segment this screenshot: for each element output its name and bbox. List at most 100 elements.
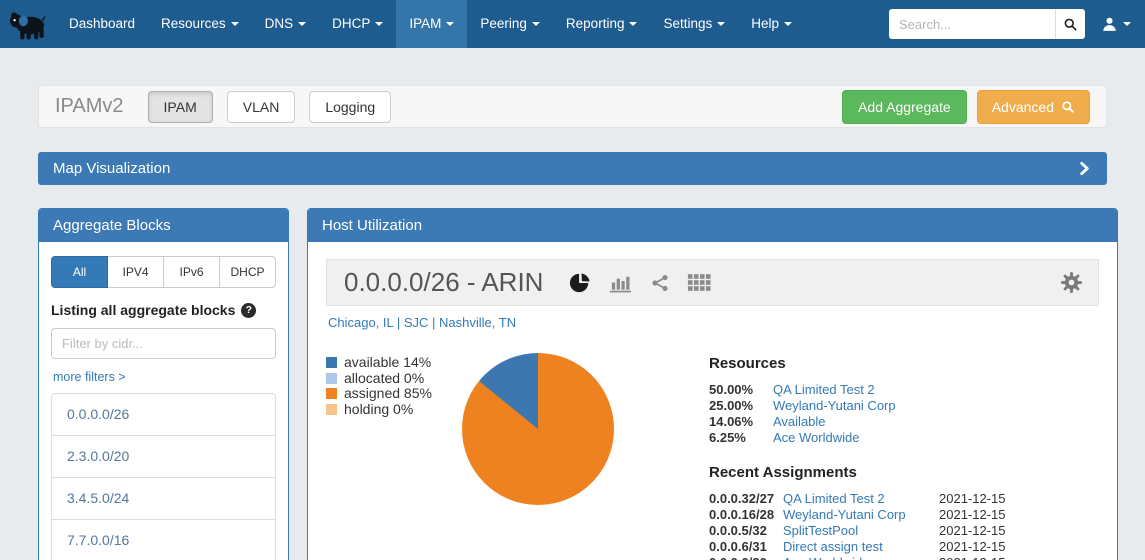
caret-down-icon	[532, 22, 540, 26]
map-visualization-title: Map Visualization	[53, 160, 170, 177]
assignment-row: 0.0.0.0/30Ace Worldwide2021-12-15	[709, 555, 1099, 560]
nav-resources[interactable]: Resources	[148, 0, 252, 48]
legend-item: available 14%	[326, 355, 462, 371]
list-item[interactable]: 7.7.0.0/16	[52, 520, 275, 560]
nav-dashboard[interactable]: Dashboard	[56, 0, 148, 48]
legend-swatch	[326, 388, 337, 399]
tab-logging[interactable]: Logging	[309, 91, 391, 123]
nav-dhcp[interactable]: DHCP	[319, 0, 396, 48]
filter-ipv6[interactable]: IPv6	[163, 256, 220, 288]
legend-item: allocated 0%	[326, 371, 462, 387]
assignment-row: 0.0.0.5/32SplitTestPool2021-12-15	[709, 523, 1099, 539]
legend-swatch	[326, 404, 337, 415]
add-aggregate-button[interactable]: Add Aggregate	[842, 90, 967, 124]
caret-down-icon	[629, 22, 637, 26]
recent-assignments-heading: Recent Assignments	[709, 464, 1099, 481]
chevron-right-icon	[1077, 161, 1092, 176]
nav-help[interactable]: Help	[738, 0, 805, 48]
resource-link[interactable]: Weyland-Yutani Corp	[773, 398, 1099, 414]
caret-down-icon	[1123, 22, 1131, 26]
search-icon	[1061, 100, 1075, 114]
tab-vlan[interactable]: VLAN	[227, 91, 296, 123]
navbar-right	[889, 9, 1145, 39]
assignment-row: 0.0.0.6/31Direct assign test2021-12-15	[709, 539, 1099, 555]
block-title-bar: 0.0.0.0/26 - ARIN	[326, 259, 1099, 306]
user-icon	[1101, 16, 1118, 33]
nav-ipam[interactable]: IPAM	[396, 0, 467, 48]
list-item[interactable]: 0.0.0.0/26	[52, 394, 275, 436]
block-type-filter-group: All IPV4 IPv6 DHCP	[51, 256, 276, 288]
advanced-search-button[interactable]: Advanced	[977, 90, 1090, 124]
host-utilization-panel: Host Utilization 0.0.0.0/26 - ARIN	[307, 208, 1118, 560]
resource-row: 14.06%Available	[709, 414, 1099, 430]
aggregate-blocks-header: Aggregate Blocks	[39, 209, 288, 242]
caret-down-icon	[231, 22, 239, 26]
utilization-stats: Resources 50.00%QA Limited Test 2 25.00%…	[709, 353, 1099, 560]
resource-link[interactable]: QA Limited Test 2	[773, 382, 1099, 398]
panels-row: Aggregate Blocks All IPV4 IPv6 DHCP List…	[38, 208, 1107, 560]
main-menu: Dashboard Resources DNS DHCP IPAM Peerin…	[56, 0, 805, 48]
nav-dns[interactable]: DNS	[252, 0, 320, 48]
nav-settings[interactable]: Settings	[650, 0, 738, 48]
caret-down-icon	[717, 22, 725, 26]
legend-swatch	[326, 373, 337, 384]
resource-link[interactable]: Available	[773, 414, 1099, 430]
gear-icon[interactable]	[1060, 271, 1083, 294]
listing-label: Listing all aggregate blocks ?	[51, 302, 276, 318]
search-button[interactable]	[1055, 9, 1085, 39]
aggregate-block-list: 0.0.0.0/26 2.3.0.0/20 3.4.5.0/24 7.7.0.0…	[51, 393, 276, 560]
page-title: IPAMv2	[55, 95, 124, 118]
grid-view-icon[interactable]	[687, 273, 711, 292]
caret-down-icon	[375, 22, 383, 26]
assignment-link[interactable]: QA Limited Test 2	[783, 491, 929, 507]
resource-row: 6.25%Ace Worldwide	[709, 430, 1099, 446]
panda-logo-icon	[5, 5, 51, 43]
nav-reporting[interactable]: Reporting	[553, 0, 651, 48]
resources-heading: Resources	[709, 355, 1099, 372]
filter-all[interactable]: All	[51, 256, 108, 288]
page-toolbar: IPAMv2 IPAM VLAN Logging Add Aggregate A…	[38, 85, 1107, 128]
host-utilization-header: Host Utilization	[308, 209, 1117, 242]
more-filters-link[interactable]: more filters >	[53, 370, 126, 384]
share-icon[interactable]	[650, 273, 670, 293]
top-navbar: Dashboard Resources DNS DHCP IPAM Peerin…	[0, 0, 1145, 48]
list-item[interactable]: 3.4.5.0/24	[52, 478, 275, 520]
assignment-link[interactable]: Direct assign test	[783, 539, 929, 555]
assignment-link[interactable]: Ace Worldwide	[783, 555, 929, 560]
resource-row: 25.00%Weyland-Yutani Corp	[709, 398, 1099, 414]
search-input[interactable]	[889, 9, 1055, 39]
map-visualization-bar[interactable]: Map Visualization	[38, 152, 1107, 185]
filter-dhcp[interactable]: DHCP	[219, 256, 276, 288]
aggregate-blocks-panel: Aggregate Blocks All IPV4 IPv6 DHCP List…	[38, 208, 289, 560]
list-item[interactable]: 2.3.0.0/20	[52, 436, 275, 478]
assignment-row: 0.0.0.16/28Weyland-Yutani Corp2021-12-15	[709, 507, 1099, 523]
cidr-filter-input[interactable]	[51, 328, 276, 359]
pie-legend: available 14% allocated 0% assigned 85% …	[326, 355, 462, 560]
tab-ipam[interactable]: IPAM	[148, 91, 213, 123]
user-menu[interactable]	[1101, 16, 1131, 33]
utilization-pie	[462, 353, 614, 505]
toolbar-actions: Add Aggregate Advanced	[842, 90, 1090, 124]
resource-row: 50.00%QA Limited Test 2	[709, 382, 1099, 398]
legend-swatch	[326, 357, 337, 368]
legend-item: holding 0%	[326, 402, 462, 418]
nav-peering[interactable]: Peering	[467, 0, 553, 48]
assignment-link[interactable]: SplitTestPool	[783, 523, 929, 539]
panda-logo[interactable]	[0, 0, 56, 48]
search-icon	[1063, 17, 1078, 32]
help-icon[interactable]: ?	[241, 303, 256, 318]
location-links[interactable]: Chicago, IL | SJC | Nashville, TN	[328, 315, 1099, 330]
assignment-row: 0.0.0.32/27QA Limited Test 22021-12-15	[709, 491, 1099, 507]
filter-ipv4[interactable]: IPV4	[107, 256, 164, 288]
bar-chart-icon[interactable]	[608, 272, 633, 293]
page-content: IPAMv2 IPAM VLAN Logging Add Aggregate A…	[0, 85, 1145, 560]
caret-down-icon	[784, 22, 792, 26]
block-title: 0.0.0.0/26 - ARIN	[344, 267, 543, 298]
resource-link[interactable]: Ace Worldwide	[773, 430, 1099, 446]
caret-down-icon	[298, 22, 306, 26]
legend-item: assigned 85%	[326, 386, 462, 402]
caret-down-icon	[446, 22, 454, 26]
pie-chart-icon[interactable]	[569, 272, 591, 294]
utilization-chart-area: available 14% allocated 0% assigned 85% …	[326, 353, 1099, 560]
assignment-link[interactable]: Weyland-Yutani Corp	[783, 507, 929, 523]
